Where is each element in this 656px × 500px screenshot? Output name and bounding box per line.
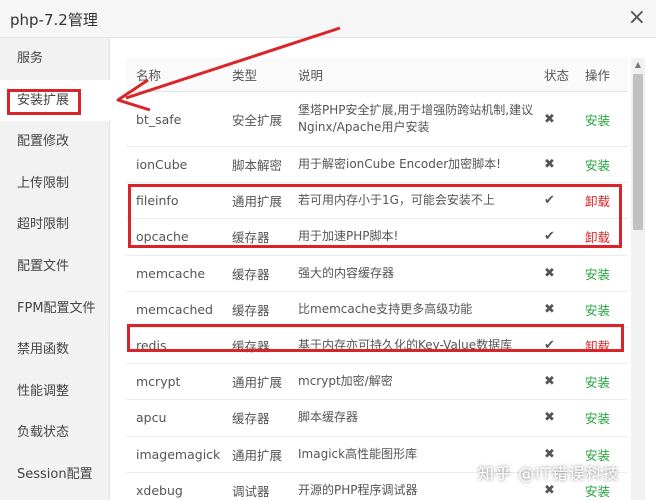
- table-row: fileinfo 通用扩展 若可用内存小于1G，可能会安装不上 ✔ 卸载: [126, 182, 628, 220]
- table-row: bt_safe 安全扩展 堡塔PHP安全扩展,用于增强防跨站机制,建议Nginx…: [126, 91, 628, 147]
- table-row: apcu 缓存器 脚本缓存器 ✖ 安装: [126, 399, 628, 437]
- sidebar-item-upload-limit[interactable]: 上传限制: [0, 163, 109, 205]
- ext-desc: 用于加速PHP脚本!: [288, 218, 534, 256]
- ext-name: imagemagick: [126, 436, 222, 473]
- table-header: 名称 类型 说明 状态 操作: [126, 58, 628, 92]
- ext-type: 缓存器: [222, 291, 288, 328]
- status-cross-icon: ✖: [534, 291, 575, 328]
- ext-type: 安全扩展: [222, 91, 288, 147]
- sidebar-item-load-status[interactable]: 负载状态: [0, 412, 109, 454]
- table-row: opcache 缓存器 用于加速PHP脚本! ✔ 卸载: [126, 218, 628, 256]
- ext-type: 通用扩展: [222, 182, 288, 220]
- install-button[interactable]: 安装: [575, 363, 628, 401]
- vertical-scrollbar[interactable]: ▲: [631, 58, 645, 500]
- sidebar-item-timeout-limit[interactable]: 超时限制: [0, 204, 109, 246]
- install-button[interactable]: 安装: [575, 91, 628, 147]
- ext-name: opcache: [126, 218, 222, 256]
- status-check-icon: ✔: [534, 327, 575, 365]
- uninstall-button[interactable]: 卸载: [575, 327, 628, 365]
- table-row: ionCube 脚本解密 用于解密ionCube Encoder加密脚本! ✖ …: [126, 146, 628, 184]
- status-cross-icon: ✖: [534, 255, 575, 292]
- header-action: 操作: [575, 58, 628, 92]
- sidebar-item-disabled-functions[interactable]: 禁用函数: [0, 329, 109, 371]
- ext-type: 缓存器: [222, 399, 288, 437]
- header-type: 类型: [222, 58, 288, 92]
- ext-name: fileinfo: [126, 182, 222, 220]
- title-bar: php-7.2管理 ×: [0, 0, 656, 38]
- sidebar-item-service[interactable]: 服务: [0, 38, 109, 80]
- install-button[interactable]: 安装: [575, 291, 628, 328]
- sidebar-item-config-file[interactable]: 配置文件: [0, 246, 109, 288]
- uninstall-button[interactable]: 卸载: [575, 218, 628, 256]
- extension-table-container: 名称 类型 说明 状态 操作 bt_safe 安全扩展 堡塔PHP安全扩展,用于…: [126, 58, 631, 500]
- scrollbar-thumb[interactable]: [633, 74, 643, 230]
- header-desc: 说明: [288, 58, 534, 92]
- ext-type: 缓存器: [222, 327, 288, 365]
- ext-desc: 比memcache支持更多高级功能: [288, 291, 534, 328]
- close-icon[interactable]: ×: [628, 6, 646, 30]
- ext-desc: 基于内存亦可持久化的Key-Value数据库: [288, 327, 534, 365]
- ext-desc: 脚本缓存器: [288, 399, 534, 437]
- sidebar-item-session-config[interactable]: Session配置: [0, 454, 109, 496]
- sidebar-item-fpm-config[interactable]: FPM配置文件: [0, 288, 109, 330]
- ext-name: memcache: [126, 255, 222, 292]
- ext-name: xdebug: [126, 472, 222, 500]
- table-row: memcache 缓存器 强大的内容缓存器 ✖ 安装: [126, 255, 628, 292]
- install-button[interactable]: 安装: [575, 146, 628, 184]
- status-check-icon: ✔: [534, 182, 575, 220]
- ext-type: 脚本解密: [222, 146, 288, 184]
- header-name: 名称: [126, 58, 222, 92]
- sidebar-item-performance[interactable]: 性能调整: [0, 371, 109, 413]
- ext-desc: 强大的内容缓存器: [288, 255, 534, 292]
- ext-name: apcu: [126, 399, 222, 437]
- status-check-icon: ✔: [534, 218, 575, 256]
- ext-type: 调试器: [222, 472, 288, 500]
- status-cross-icon: ✖: [534, 91, 575, 147]
- ext-desc: mcrypt加密/解密: [288, 363, 534, 401]
- ext-name: bt_safe: [126, 91, 222, 147]
- ext-type: 缓存器: [222, 255, 288, 292]
- status-cross-icon: ✖: [534, 146, 575, 184]
- ext-type: 缓存器: [222, 218, 288, 256]
- table-row: mcrypt 通用扩展 mcrypt加密/解密 ✖ 安装: [126, 363, 628, 401]
- extension-table: 名称 类型 说明 状态 操作 bt_safe 安全扩展 堡塔PHP安全扩展,用于…: [126, 58, 628, 500]
- ext-type: 通用扩展: [222, 363, 288, 401]
- ext-name: redis: [126, 327, 222, 365]
- ext-desc: 若可用内存小于1G，可能会安装不上: [288, 182, 534, 220]
- ext-name: ionCube: [126, 146, 222, 184]
- status-cross-icon: ✖: [534, 363, 575, 401]
- sidebar-highlight-box: [7, 89, 81, 115]
- sidebar-item-config-edit[interactable]: 配置修改: [0, 121, 109, 163]
- ext-desc: 堡塔PHP安全扩展,用于增强防跨站机制,建议Nginx/Apache用户安装: [288, 91, 534, 147]
- ext-type: 通用扩展: [222, 436, 288, 473]
- ext-name: memcached: [126, 291, 222, 328]
- table-row: redis 缓存器 基于内存亦可持久化的Key-Value数据库 ✔ 卸载: [126, 327, 628, 365]
- install-button[interactable]: 安装: [575, 399, 628, 437]
- install-button[interactable]: 安装: [575, 255, 628, 292]
- watermark: 知乎 @IT错误科技: [478, 464, 620, 483]
- status-cross-icon: ✖: [534, 399, 575, 437]
- uninstall-button[interactable]: 卸载: [575, 182, 628, 220]
- scroll-up-arrow-icon[interactable]: ▲: [631, 58, 645, 72]
- header-status: 状态: [534, 58, 575, 92]
- window-title: php-7.2管理: [10, 11, 98, 29]
- ext-name: mcrypt: [126, 363, 222, 401]
- ext-desc: 用于解密ionCube Encoder加密脚本!: [288, 146, 534, 184]
- table-row: memcached 缓存器 比memcache支持更多高级功能 ✖ 安装: [126, 291, 628, 328]
